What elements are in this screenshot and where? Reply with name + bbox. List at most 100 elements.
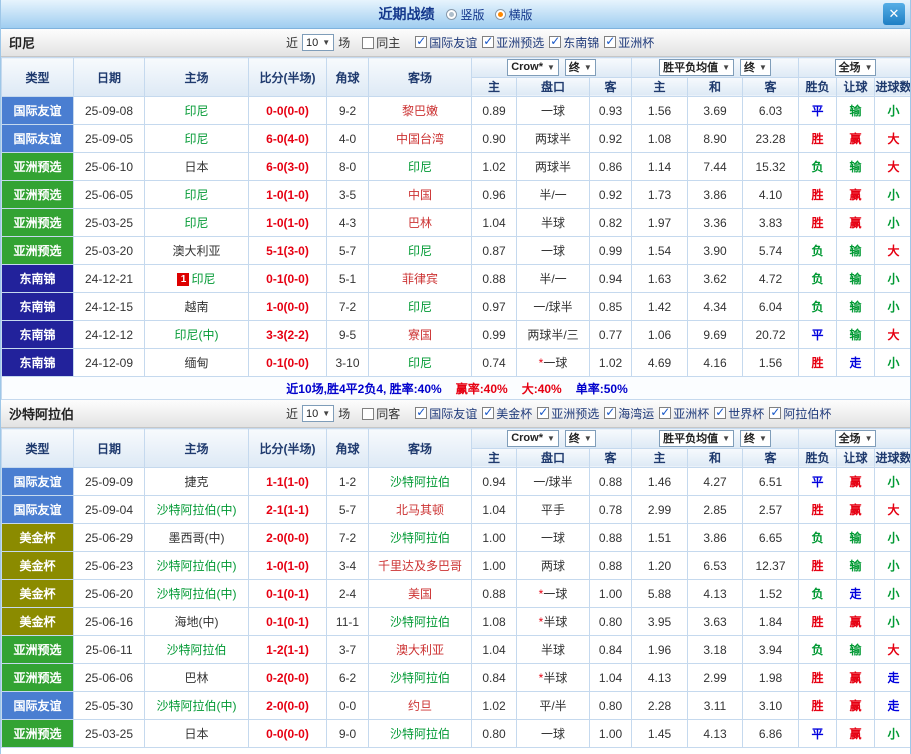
score-cell: 3-3(2-2) [248,320,327,349]
radio-unselected-icon[interactable] [446,8,458,20]
avg-odds-select-value: 胜平负均值 [663,433,719,446]
away-team-cell: 沙特阿拉伯 [368,663,472,692]
odds-home-cell: 0.97 [471,292,517,321]
col-away: 客场 [368,428,472,468]
col-away: 客场 [368,57,472,97]
avg-away-cell: 3.10 [741,691,800,720]
goals-cell: 小 [874,467,910,496]
chevron-down-icon: ▼ [722,433,730,443]
checkbox-checked-icon[interactable] [415,405,428,420]
corners-cell: 3-7 [326,635,369,664]
final-odds-select-value: 终 [568,433,580,446]
scope-select[interactable]: 全场 ▼ [834,429,877,447]
odds-home-cell: 1.04 [471,208,517,237]
close-icon[interactable]: ✕ [883,3,905,25]
recent-results-window: 近期战绩 竖版 横版 ✕ 印尼 近 10▼ 场 同主 国际友谊亚洲预选东南锦亚洲… [0,0,911,754]
home-team-cell: 沙特阿拉伯(中) [144,551,249,580]
competition-filter[interactable]: 亚洲预选 [537,405,599,422]
layout-option-vertical[interactable]: 竖版 [446,6,485,23]
handicap-cell: 半/一 [516,264,590,293]
final-odds-select-value: 终 [744,62,755,75]
games-label: 场 [338,407,351,421]
goals-cell: 大 [874,495,910,524]
avg-away-cell: 2.57 [741,495,800,524]
competition-filter[interactable]: 国际友谊 [415,34,477,51]
checkbox-unchecked-icon[interactable] [362,36,375,49]
handicap-result-cell: 赢 [836,663,876,692]
avg-home-cell: 3.95 [631,607,688,636]
bookmaker-select[interactable]: Crow* ▼ [507,58,559,76]
col-avg-home: 主 [631,76,688,97]
checkbox-checked-icon[interactable] [482,405,495,420]
same-venue-filter[interactable]: 同主 [362,34,400,51]
avg-away-cell: 4.72 [741,264,800,293]
date-cell: 25-09-08 [73,96,145,125]
checkbox-unchecked-icon[interactable] [362,407,375,420]
avg-home-cell: 1.06 [631,320,688,349]
checkbox-checked-icon[interactable] [604,34,617,49]
final-odds-select[interactable]: 终 ▼ [740,58,771,76]
handicap-result-cell: 输 [836,264,876,293]
competition-filter[interactable]: 东南锦 [549,34,599,51]
odds-away-cell: 0.94 [589,264,632,293]
competition-filter[interactable]: 阿拉伯杯 [769,405,831,422]
scope-select[interactable]: 全场 ▼ [834,58,877,76]
competition-filter[interactable]: 亚洲杯 [659,405,709,422]
avg-odds-select[interactable]: 胜平负均值 ▼ [659,429,734,447]
odds-home-cell: 1.08 [471,607,517,636]
avg-odds-select[interactable]: 胜平负均值 ▼ [659,58,734,76]
away-team-cell: 寮国 [368,320,472,349]
games-count-select[interactable]: 10 ▼ [302,405,335,422]
home-team-cell: 沙特阿拉伯 [144,635,249,664]
checkbox-checked-icon[interactable] [604,405,617,420]
avg-draw-cell: 6.53 [687,551,743,580]
odds-home-cell: 1.00 [471,551,517,580]
type-cell: 东南锦 [1,348,74,377]
corners-cell: 9-5 [326,320,369,349]
corners-cell: 6-2 [326,663,369,692]
checkbox-checked-icon[interactable] [415,34,428,49]
checkbox-checked-icon[interactable] [537,405,550,420]
avg-away-cell: 3.94 [741,635,800,664]
checkbox-checked-icon[interactable] [549,34,562,49]
handicap-result-cell: 走 [836,579,876,608]
score-cell: 6-0(4-0) [248,124,327,153]
competition-filter[interactable]: 世界杯 [714,405,764,422]
col-score: 比分(半场) [248,428,327,468]
same-venue-filter[interactable]: 同客 [362,405,400,422]
avg-draw-cell: 2.85 [687,495,743,524]
avg-home-cell: 1.08 [631,124,688,153]
home-team-cell: 日本 [144,152,249,181]
near-label: 近 [286,407,299,421]
layout-radio-group: 竖版 横版 [446,6,533,23]
result-cell: 胜 [798,208,838,237]
date-cell: 25-06-29 [73,523,145,552]
checkbox-checked-icon[interactable] [714,405,727,420]
final-odds-select[interactable]: 终 ▼ [740,429,771,447]
checkbox-checked-icon[interactable] [769,405,782,420]
radio-selected-icon[interactable] [494,8,506,20]
corners-cell: 5-7 [326,236,369,265]
competition-filter[interactable]: 海湾运 [604,405,654,422]
result-cell: 胜 [798,551,838,580]
competition-filter[interactable]: 美金杯 [482,405,532,422]
type-cell: 国际友谊 [1,96,74,125]
competition-filter[interactable]: 国际友谊 [415,405,477,422]
final-odds-select[interactable]: 终 ▼ [564,58,596,76]
col-home: 主场 [144,428,249,468]
match-row: 亚洲预选 25-06-11 沙特阿拉伯 1-2(1-1) 3-7 澳大利亚 1.04 半球 0.… [1,635,910,664]
team-name: 沙特阿拉伯 [9,407,75,422]
col-home: 主场 [144,57,249,97]
competition-filter[interactable]: 亚洲预选 [482,34,544,51]
checkbox-checked-icon[interactable] [659,405,672,420]
final-odds-select[interactable]: 终 ▼ [564,429,596,447]
layout-option-horizontal[interactable]: 横版 [494,6,533,23]
bookmaker-select[interactable]: Crow* ▼ [507,429,559,447]
games-count-select[interactable]: 10 ▼ [302,34,335,51]
home-team-cell: 沙特阿拉伯(中) [144,691,249,720]
odds-home-cell: 1.00 [471,523,517,552]
competition-filter[interactable]: 亚洲杯 [604,34,654,51]
checkbox-checked-icon[interactable] [482,34,495,49]
avg-away-cell: 6.04 [741,292,800,321]
corners-cell: 3-4 [326,551,369,580]
